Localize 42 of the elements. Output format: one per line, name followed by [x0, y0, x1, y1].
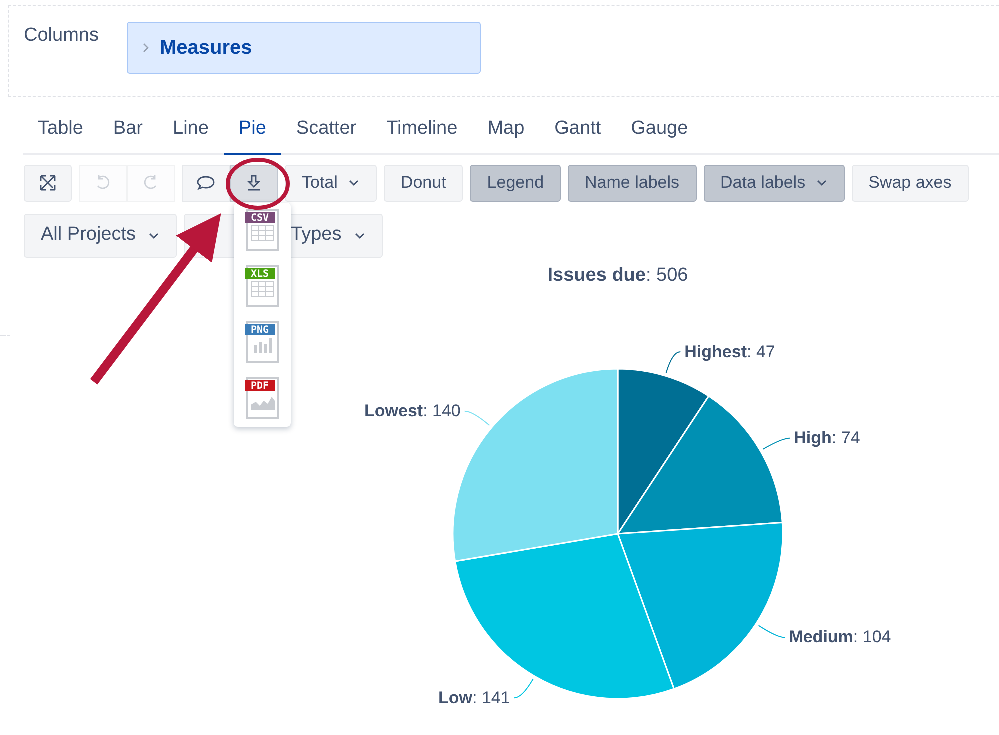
measures-chip[interactable]: Measures: [127, 22, 481, 74]
chart-type-tab[interactable]: Gantt: [540, 107, 616, 154]
caret-icon: [348, 179, 360, 187]
chart-type-tab[interactable]: Map: [472, 107, 540, 154]
leader-line: [464, 410, 490, 426]
caret-icon: [354, 232, 366, 240]
download-button[interactable]: [230, 164, 278, 202]
toolbar-button[interactable]: Legend: [470, 164, 562, 202]
expand-icon: [38, 173, 58, 193]
slice-label: High: 74: [794, 427, 860, 450]
file-icon[interactable]: PNG: [244, 321, 280, 365]
chart-type-tab[interactable]: Pie: [224, 107, 282, 154]
chart-type-tab[interactable]: Scatter: [281, 107, 372, 154]
toolbar-button[interactable]: Total: [285, 164, 377, 202]
toolbar-button[interactable]: Data labels: [704, 164, 845, 202]
caret-icon: [816, 179, 828, 187]
slice-label: Lowest: 140: [364, 400, 461, 422]
file-icon[interactable]: CSV: [244, 209, 280, 253]
chart-type-tab[interactable]: Line: [158, 107, 224, 154]
chip-label: Measures: [160, 36, 252, 61]
fullscreen-button[interactable]: [24, 164, 72, 202]
toolbar-button[interactable]: Swap axes: [852, 164, 969, 202]
chart-type-tab[interactable]: Table: [23, 107, 98, 154]
chart-type-tab[interactable]: Timeline: [372, 107, 473, 154]
toolbar-button[interactable]: Name labels: [568, 164, 697, 202]
chart-type-tab[interactable]: Bar: [98, 107, 158, 154]
leader-line: [666, 351, 682, 374]
chart-type-tab[interactable]: Gauge: [616, 107, 704, 154]
leader-line: [758, 624, 786, 638]
chevron-icon: [142, 42, 150, 54]
leader-line: [514, 678, 534, 698]
filter-dropdown[interactable]: All Projects: [24, 214, 178, 258]
columns-label: Columns: [24, 24, 100, 48]
slice-label: Medium: 104: [789, 626, 892, 648]
toolbar-button[interactable]: Donut: [384, 164, 464, 202]
caret-icon: [148, 232, 160, 240]
leader-line: [762, 437, 791, 450]
slice-label: Low: 141: [438, 686, 510, 709]
slice-label: Highest: 47: [684, 340, 776, 364]
chart-title: Issues due: 506: [548, 264, 688, 288]
comment-button[interactable]: [182, 164, 230, 202]
file-icon[interactable]: PDF: [244, 377, 280, 421]
